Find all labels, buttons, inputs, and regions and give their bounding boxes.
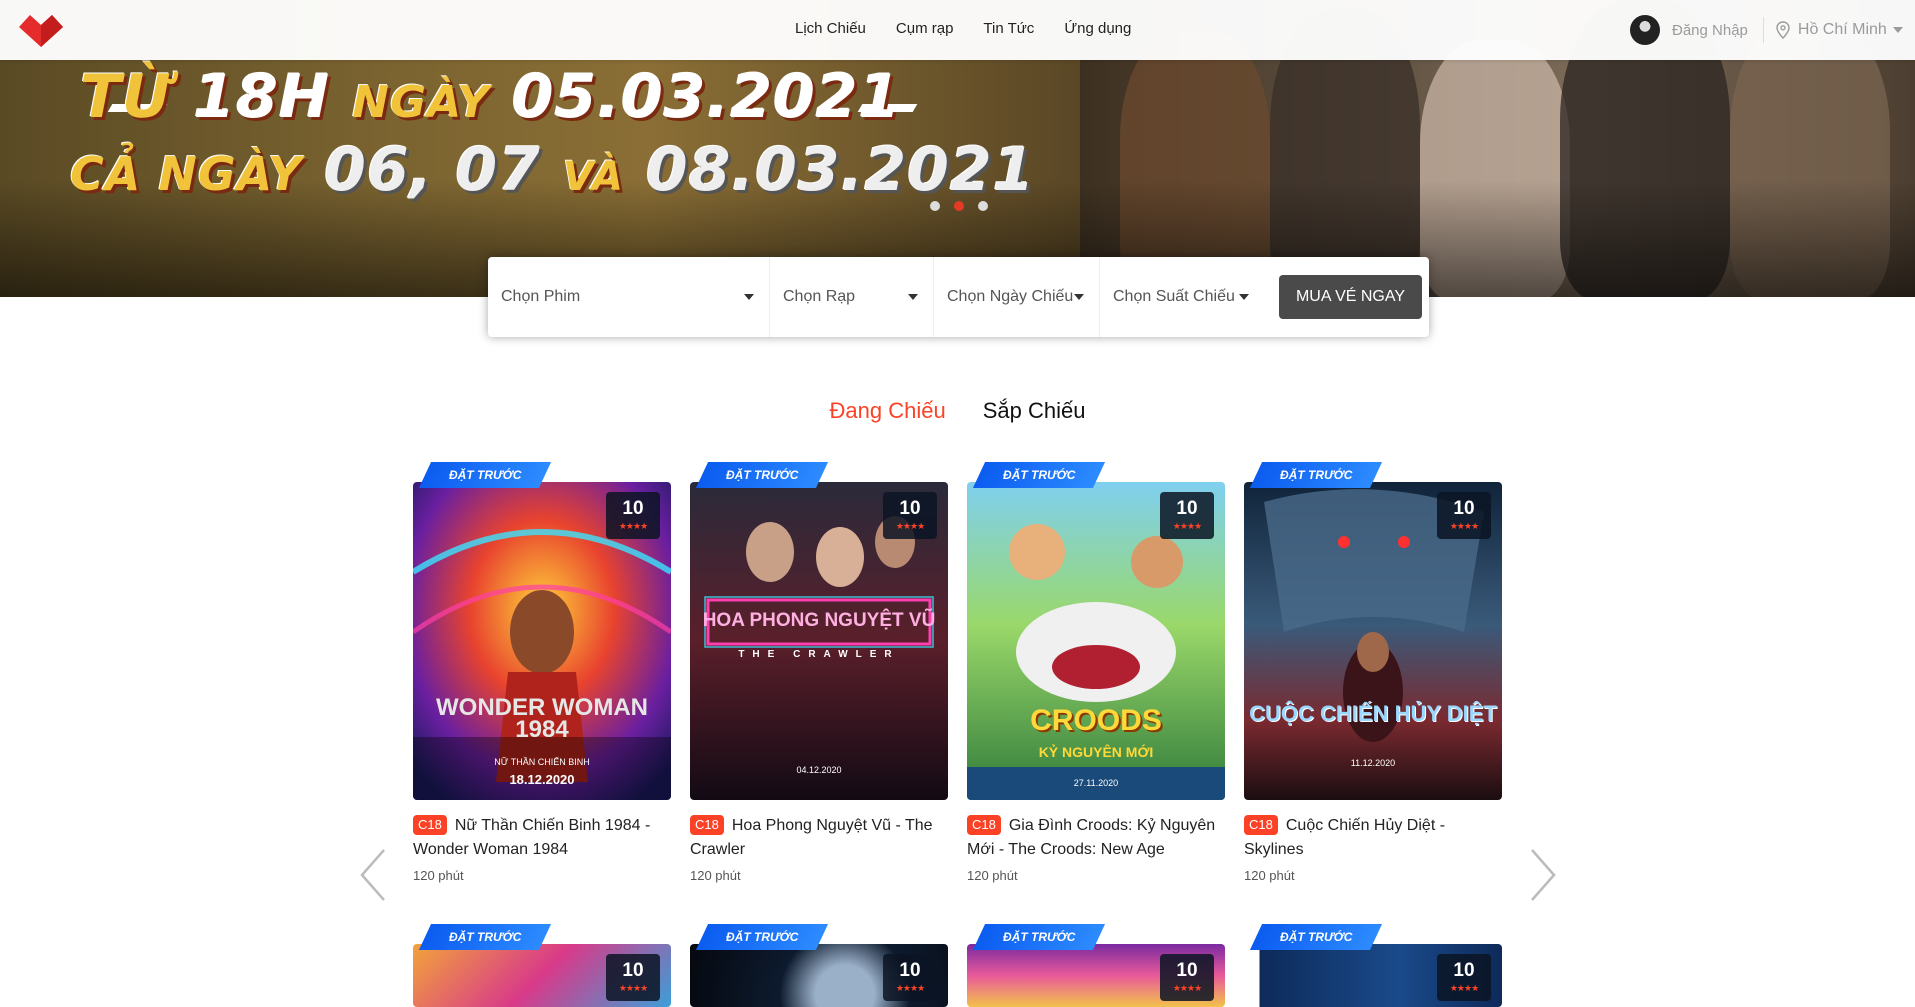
movie-duration: 120 phút bbox=[1244, 868, 1295, 883]
avatar[interactable] bbox=[1630, 15, 1660, 45]
pre-order-ribbon: ĐẶT TRƯỚC bbox=[695, 924, 829, 950]
main-nav: Lịch Chiếu Cụm rạp Tin Tức Ứng dụng bbox=[795, 20, 1161, 37]
poster-title: HOA PHONG NGUYỆT VŨ bbox=[702, 610, 936, 631]
movie-poster[interactable]: HOA PHONG NGUYỆT VŨ THE CRAWLER 04.12.20… bbox=[690, 482, 948, 800]
cinema-select-label: Chọn Rạp bbox=[783, 288, 856, 305]
poster-subtitle: NỮ THẦN CHIẾN BINH bbox=[494, 757, 590, 767]
movie-card[interactable]: 10 ★★★★ ĐẶT TRƯỚC bbox=[967, 924, 1225, 1007]
user-area: Đăng Nhập Hồ Chí Minh bbox=[1630, 15, 1903, 45]
showtime-select[interactable]: Chọn Suất Chiếu bbox=[1100, 257, 1264, 337]
nav-ung-dung[interactable]: Ứng dụng bbox=[1064, 20, 1131, 37]
poster-subtitle: THE CRAWLER bbox=[738, 649, 900, 660]
nav-tin-tuc[interactable]: Tin Tức bbox=[983, 20, 1034, 37]
movie-select-label: Chọn Phim bbox=[501, 288, 581, 305]
chevron-down-icon bbox=[1074, 294, 1084, 300]
location-label: Hồ Chí Minh bbox=[1797, 21, 1887, 38]
pre-order-ribbon: ĐẶT TRƯỚC bbox=[1249, 924, 1383, 950]
age-rating-badge: C18 bbox=[1244, 815, 1278, 835]
rating-badge: 10 ★★★★ bbox=[883, 954, 937, 1001]
chevron-down-icon bbox=[1892, 27, 1903, 33]
pre-order-ribbon: ĐẶT TRƯỚC bbox=[1249, 462, 1383, 488]
login-link[interactable]: Đăng Nhập bbox=[1672, 22, 1748, 39]
chevron-down-icon bbox=[744, 294, 754, 300]
carousel-dots bbox=[930, 201, 988, 211]
nav-lich-chieu[interactable]: Lịch Chiếu bbox=[795, 20, 866, 37]
movie-poster[interactable]: WONDER WOMAN 1984 NỮ THẦN CHIẾN BINH 18.… bbox=[413, 482, 671, 800]
pre-order-ribbon: ĐẶT TRƯỚC bbox=[695, 462, 829, 488]
carousel-dot[interactable] bbox=[930, 201, 940, 211]
age-rating-badge: C18 bbox=[967, 815, 1001, 835]
buy-ticket-button[interactable]: MUA VÉ NGAY bbox=[1279, 275, 1422, 319]
tab-now-showing[interactable]: Đang Chiếu bbox=[830, 398, 946, 424]
pre-order-ribbon: ĐẶT TRƯỚC bbox=[418, 462, 552, 488]
quick-booking-bar: Chọn Phim Chọn Rạp Chọn Ngày Chiếu Chọn … bbox=[488, 257, 1429, 337]
poster-subtitle: KỶ NGUYÊN MỚI bbox=[1038, 744, 1154, 760]
date-select-label: Chọn Ngày Chiếu bbox=[947, 288, 1074, 305]
logo-icon[interactable] bbox=[19, 15, 63, 47]
movie-poster[interactable]: 10 ★★★★ bbox=[413, 944, 671, 1007]
rating-badge: 10 ★★★★ bbox=[1437, 492, 1491, 539]
movie-poster[interactable]: 10 ★★★★ bbox=[967, 944, 1225, 1007]
poster-title: CROODS bbox=[1030, 704, 1162, 737]
age-rating-badge: C18 bbox=[690, 815, 724, 835]
movie-card[interactable]: CROODS KỶ NGUYÊN MỚI 27.11.2020 10 ★★★★ Đ… bbox=[967, 462, 1225, 883]
movie-poster[interactable]: 10 ★★★★ bbox=[1244, 944, 1502, 1007]
movie-poster[interactable]: CROODS KỶ NGUYÊN MỚI 27.11.2020 10 ★★★★ bbox=[967, 482, 1225, 800]
date-select[interactable]: Chọn Ngày Chiếu bbox=[934, 257, 1100, 337]
nav-cum-rap[interactable]: Cụm rạp bbox=[896, 20, 954, 37]
rating-badge: 10 ★★★★ bbox=[606, 954, 660, 1001]
location-select[interactable]: Hồ Chí Minh bbox=[1776, 21, 1903, 39]
promo-line-2: CẢ NGÀY 06, 07 VÀ 08.03.2021 bbox=[70, 135, 1036, 205]
movie-poster[interactable]: 10 ★★★★ bbox=[690, 944, 948, 1007]
movie-title[interactable]: C18 Hoa Phong Nguyệt Vũ - The Crawler bbox=[690, 814, 948, 862]
promo-line-1: TỪ 18H NGÀY 05.03.2021 bbox=[80, 62, 902, 132]
poster-date: 27.11.2020 bbox=[1073, 778, 1119, 788]
showtime-select-label: Chọn Suất Chiếu bbox=[1113, 288, 1235, 305]
chevron-left-icon[interactable] bbox=[358, 848, 388, 902]
movie-card[interactable]: 10 ★★★★ ĐẶT TRƯỚC bbox=[690, 924, 948, 1007]
pre-order-ribbon: ĐẶT TRƯỚC bbox=[972, 924, 1106, 950]
movie-select[interactable]: Chọn Phim bbox=[488, 257, 770, 337]
rating-badge: 10 ★★★★ bbox=[606, 492, 660, 539]
pre-order-ribbon: ĐẶT TRƯỚC bbox=[972, 462, 1106, 488]
map-pin-icon bbox=[1776, 21, 1790, 39]
carousel-dot[interactable] bbox=[978, 201, 988, 211]
movie-tabs: Đang Chiếu Sắp Chiếu bbox=[0, 398, 1915, 424]
poster-date: 18.12.2020 bbox=[509, 772, 575, 787]
chevron-right-icon[interactable] bbox=[1528, 848, 1558, 902]
divider bbox=[1762, 17, 1764, 43]
movie-duration: 120 phút bbox=[967, 868, 1018, 883]
rating-badge: 10 ★★★★ bbox=[1160, 492, 1214, 539]
movie-card[interactable]: 10 ★★★★ ĐẶT TRƯỚC bbox=[1244, 924, 1502, 1007]
movie-title[interactable]: C18 Gia Đình Croods: Kỷ Nguyên Mới - The … bbox=[967, 814, 1225, 862]
movie-title[interactable]: C18 Cuộc Chiến Hủy Diệt - Skylines bbox=[1244, 814, 1502, 862]
poster-title: WONDER WOMAN 1984 bbox=[436, 694, 648, 743]
movie-title[interactable]: C18 Nữ Thần Chiến Binh 1984 - Wonder Woma… bbox=[413, 814, 671, 862]
top-header: Lịch Chiếu Cụm rạp Tin Tức Ứng dụng Đăng… bbox=[0, 0, 1915, 60]
movie-duration: 120 phút bbox=[690, 868, 741, 883]
age-rating-badge: C18 bbox=[413, 815, 447, 835]
poster-date: 11.12.2020 bbox=[1350, 758, 1396, 768]
pre-order-ribbon: ĐẶT TRƯỚC bbox=[418, 924, 552, 950]
movie-duration: 120 phút bbox=[413, 868, 464, 883]
rating-badge: 10 ★★★★ bbox=[1437, 954, 1491, 1001]
tab-coming-soon[interactable]: Sắp Chiếu bbox=[983, 398, 1086, 424]
movie-card[interactable]: HOA PHONG NGUYỆT VŨ THE CRAWLER 04.12.20… bbox=[690, 462, 948, 883]
chevron-down-icon bbox=[908, 294, 918, 300]
cinema-select[interactable]: Chọn Rạp bbox=[770, 257, 934, 337]
chevron-down-icon bbox=[1239, 294, 1249, 300]
rating-badge: 10 ★★★★ bbox=[1160, 954, 1214, 1001]
movie-card[interactable]: WONDER WOMAN 1984 NỮ THẦN CHIẾN BINH 18.… bbox=[413, 462, 671, 883]
movie-poster[interactable]: CUỘC CHIẾN HỦY DIỆT 11.12.2020 10 ★★★★ bbox=[1244, 482, 1502, 800]
poster-date: 04.12.2020 bbox=[796, 765, 842, 775]
movie-card[interactable]: CUỘC CHIẾN HỦY DIỆT 11.12.2020 10 ★★★★ ĐẶ… bbox=[1244, 462, 1502, 883]
rating-badge: 10 ★★★★ bbox=[883, 492, 937, 539]
movie-card[interactable]: 10 ★★★★ ĐẶT TRƯỚC bbox=[413, 924, 671, 1007]
carousel-dot-active[interactable] bbox=[954, 201, 964, 211]
poster-title: CUỘC CHIẾN HỦY DIỆT bbox=[1249, 701, 1497, 726]
